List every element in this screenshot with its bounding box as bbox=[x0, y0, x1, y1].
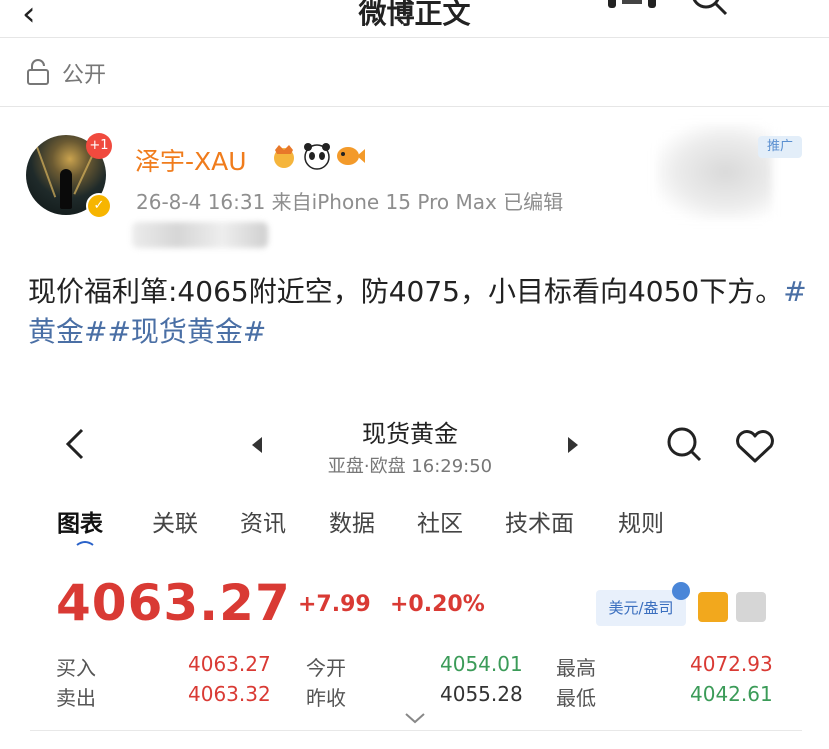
coin-icon bbox=[698, 592, 728, 622]
price-change: +7.99 bbox=[298, 592, 371, 617]
tab-data: 数据 bbox=[329, 511, 375, 537]
next-arrow-icon bbox=[568, 437, 578, 453]
quote-value: 4054.01 bbox=[440, 652, 523, 676]
quote-value: 4055.28 bbox=[440, 682, 523, 706]
fish-icon bbox=[337, 147, 365, 165]
panda-icon bbox=[304, 143, 330, 170]
divider bbox=[0, 106, 829, 107]
tab-community: 社区 bbox=[417, 511, 463, 537]
avatar-decoration bbox=[33, 140, 57, 198]
search-icon[interactable] bbox=[688, 0, 728, 16]
switch-icon bbox=[672, 582, 690, 600]
prev-arrow-icon bbox=[252, 437, 262, 453]
tab-rules: 规则 bbox=[618, 511, 664, 537]
quote-label: 昨收 bbox=[306, 686, 346, 710]
blurred-content bbox=[132, 222, 268, 248]
post-text: 现价福利箪:4065附近空，防4075，小目标看向4050下方。 bbox=[28, 275, 784, 308]
quote-value: 4063.32 bbox=[188, 682, 271, 706]
embed-subtitle: 亚盘·欧盘 16:29:50 bbox=[327, 456, 493, 477]
lock-icon bbox=[27, 59, 49, 85]
hashtag-link[interactable]: #现货黄金# bbox=[107, 315, 266, 348]
post-meta: 26-8-4 16:31 来自iPhone 15 Pro Max 已编辑 bbox=[136, 190, 564, 214]
divider bbox=[30, 730, 802, 731]
blurred-ad-image bbox=[656, 124, 772, 220]
tab-technical: 技术面 bbox=[505, 511, 574, 537]
quote-value: 4063.27 bbox=[188, 652, 271, 676]
embed-title: 现货黄金 bbox=[362, 420, 458, 448]
quote-label: 卖出 bbox=[56, 686, 96, 710]
quote-label: 最低 bbox=[556, 686, 596, 710]
tab-chart: 图表 bbox=[57, 511, 103, 537]
settings-icon bbox=[736, 592, 766, 622]
promo-tag: 推广 bbox=[758, 136, 802, 158]
listen-icon[interactable] bbox=[606, 0, 658, 12]
chevron-down-icon bbox=[405, 713, 425, 724]
verified-icon: ✓ bbox=[86, 193, 112, 219]
username[interactable]: 泽宇-XAU bbox=[135, 142, 247, 178]
search-icon bbox=[667, 427, 702, 462]
tab-news: 资讯 bbox=[240, 511, 286, 537]
quote-label: 最高 bbox=[556, 656, 596, 680]
notification-badge: +1 bbox=[86, 133, 112, 159]
quote-label: 买入 bbox=[56, 656, 96, 680]
current-price: 4063.27 bbox=[56, 574, 291, 632]
quote-value: 4042.61 bbox=[690, 682, 773, 706]
post-body: 现价福利箪:4065附近空，防4075，小目标看向4050下方。#黄金##现货黄… bbox=[28, 272, 808, 352]
crown-badge-icon bbox=[274, 145, 294, 168]
divider bbox=[0, 37, 829, 38]
visibility-label: 公开 bbox=[62, 63, 107, 88]
heart-icon bbox=[736, 430, 774, 463]
quote-label: 今开 bbox=[306, 656, 346, 680]
price-change-pct: +0.20% bbox=[390, 592, 485, 617]
avatar-figure bbox=[60, 169, 72, 209]
back-icon bbox=[65, 428, 84, 460]
tab-underline bbox=[76, 541, 94, 546]
quote-value: 4072.93 bbox=[690, 652, 773, 676]
tab-related: 关联 bbox=[152, 511, 198, 537]
